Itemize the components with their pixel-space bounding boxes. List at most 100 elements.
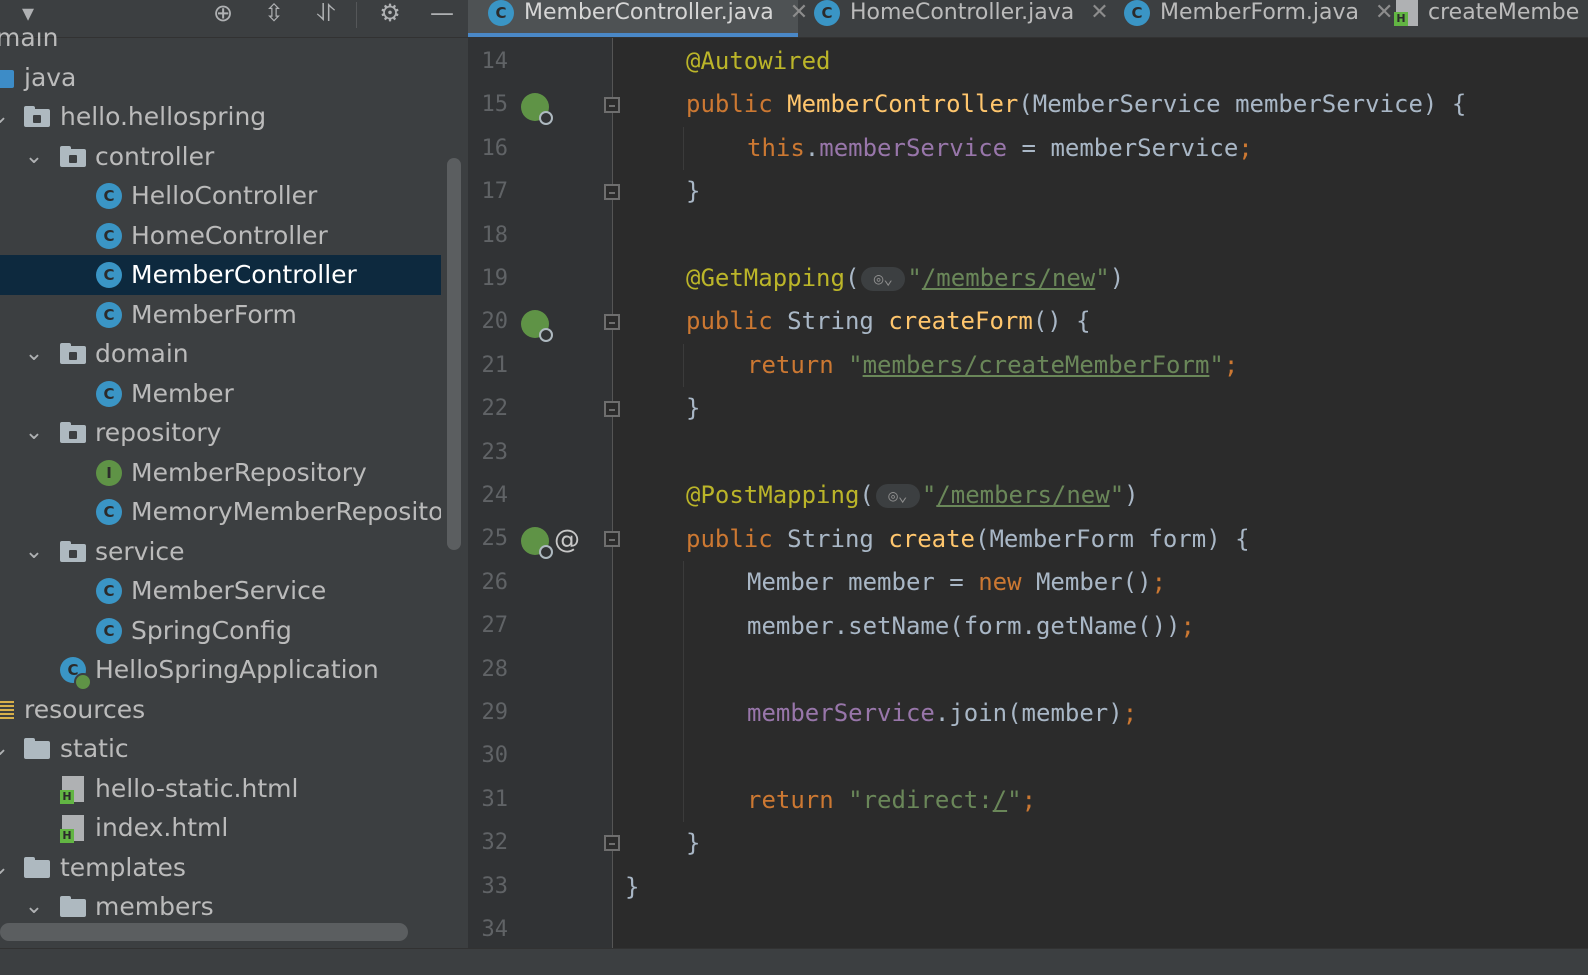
line-number[interactable]: 22 [468, 387, 509, 430]
line-number[interactable]: 16 [468, 127, 509, 170]
hide-icon[interactable]: — [426, 0, 458, 26]
tree-item-main[interactable]: main [0, 30, 441, 58]
tree-item-static[interactable]: ⌄ static [0, 729, 441, 769]
tree-item-hellocontroller[interactable]: C HelloController [0, 176, 441, 216]
tree-item-membercontroller[interactable]: C MemberController [0, 255, 441, 295]
code-line-32: } [686, 829, 701, 857]
tab-label: createMembe [1428, 0, 1580, 25]
tree-item-controller[interactable]: ⌄ controller [0, 137, 441, 177]
line-number[interactable]: 25 [468, 517, 509, 560]
tree-item-members[interactable]: ⌄ members [0, 887, 441, 920]
expand-all-icon[interactable]: ⇳ [258, 0, 290, 26]
tab-memberform-java[interactable]: C MemberForm.java ✕ [1108, 0, 1393, 37]
line-number[interactable]: 14 [468, 40, 509, 83]
chevron-down-icon[interactable]: ⌄ [0, 729, 12, 769]
line-number[interactable]: 31 [468, 778, 509, 821]
line-number[interactable]: 26 [468, 561, 509, 604]
tree-item-resources[interactable]: resources [0, 690, 441, 730]
class-icon: C [96, 381, 122, 407]
class-icon: C [96, 302, 122, 328]
fold-marker-icon[interactable] [604, 97, 620, 113]
close-icon[interactable]: ✕ [1090, 0, 1108, 25]
line-number[interactable]: 17 [468, 170, 509, 213]
code-line-19: @GetMapping(◎⌄ "/members/new") [686, 264, 1125, 292]
tree-item-label: HelloSpringApplication [95, 655, 379, 684]
gear-icon[interactable]: ⚙ [374, 0, 406, 26]
globe-icon[interactable]: ◎⌄ [875, 484, 920, 508]
code-line-21: return "members/createMemberForm"; [747, 351, 1239, 379]
fold-marker-icon[interactable] [604, 531, 620, 547]
line-number[interactable]: 28 [468, 648, 509, 691]
code-area[interactable]: @Autowired public MemberController(Membe… [623, 40, 1588, 950]
code-line-27: member.setName(form.getName()); [747, 612, 1195, 640]
code-editor: C MemberController.java ✕ C HomeControll… [468, 0, 1588, 974]
chevron-down-icon[interactable]: ⌄ [22, 334, 46, 374]
tree-item-index-html[interactable]: index.html [0, 808, 441, 848]
chevron-down-icon[interactable]: ⌄ [22, 532, 46, 572]
tab-createmember-html[interactable]: createMembe [1378, 0, 1588, 37]
tab-homecontroller-java[interactable]: C HomeController.java ✕ [798, 0, 1109, 37]
web-endpoint-icon[interactable] [521, 527, 553, 559]
source-folder-icon [0, 67, 14, 89]
tree-item-hello-static-html[interactable]: hello-static.html [0, 769, 441, 809]
dropdown-arrow-icon[interactable]: ▾ [14, 0, 42, 26]
tree-item-label: controller [95, 142, 215, 171]
editor-tab-bar: C MemberController.java ✕ C HomeControll… [468, 0, 1588, 38]
line-number[interactable]: 32 [468, 821, 509, 864]
fold-marker-icon[interactable] [604, 835, 620, 851]
package-icon [60, 146, 86, 168]
tree-item-memorymemberrepository[interactable]: C MemoryMemberReposito [0, 492, 441, 532]
line-number[interactable]: 29 [468, 691, 509, 734]
code-line-24: @PostMapping(◎⌄ "/members/new") [686, 481, 1139, 509]
tree-item-memberform[interactable]: C MemberForm [0, 295, 441, 335]
web-endpoint-icon[interactable] [521, 310, 553, 342]
project-tree: main java ⌄ hello.hellospring ⌄ controll… [0, 30, 441, 920]
line-number[interactable]: 15 [468, 83, 509, 126]
tree-horizontal-scrollbar[interactable] [0, 923, 408, 941]
tree-item-service[interactable]: ⌄ service [0, 532, 441, 572]
line-number[interactable]: 21 [468, 344, 509, 387]
fold-marker-icon[interactable] [604, 314, 620, 330]
chevron-down-icon[interactable]: ⌄ [0, 97, 12, 137]
line-number[interactable]: 30 [468, 734, 509, 777]
package-icon [60, 422, 86, 444]
chevron-down-icon[interactable]: ⌄ [22, 137, 46, 177]
tree-item-homecontroller[interactable]: C HomeController [0, 216, 441, 256]
collapse-all-icon[interactable]: ⥯ [310, 0, 342, 26]
line-number[interactable]: 18 [468, 214, 509, 257]
tree-item-java[interactable]: java [0, 58, 441, 98]
tree-item-memberrepository[interactable]: I MemberRepository [0, 453, 441, 493]
tree-item-repository[interactable]: ⌄ repository [0, 413, 441, 453]
tree-item-label: SpringConfig [131, 616, 292, 645]
tree-item-member[interactable]: C Member [0, 374, 441, 414]
line-number[interactable]: 23 [468, 431, 509, 474]
tree-item-springconfig[interactable]: C SpringConfig [0, 611, 441, 651]
locate-icon[interactable]: ⊕ [207, 0, 239, 26]
class-icon: C [96, 223, 122, 249]
tree-item-label: service [95, 537, 185, 566]
tree-item-domain[interactable]: ⌄ domain [0, 334, 441, 374]
line-number[interactable]: 19 [468, 257, 509, 300]
chevron-down-icon[interactable]: ⌄ [0, 848, 12, 888]
bean-injection-icon[interactable] [521, 93, 553, 125]
at-sign-icon[interactable]: @ [554, 519, 580, 562]
tree-item-hellospringapplication[interactable]: C HelloSpringApplication [0, 650, 441, 691]
folder-icon [24, 857, 50, 879]
indent-guide [683, 127, 684, 170]
tree-item-templates[interactable]: ⌄ templates [0, 848, 441, 888]
fold-marker-icon[interactable] [604, 401, 620, 417]
chevron-down-icon[interactable]: ⌄ [22, 413, 46, 453]
tree-vertical-scrollbar[interactable] [447, 158, 461, 550]
line-number[interactable]: 20 [468, 300, 509, 343]
line-number[interactable]: 33 [468, 865, 509, 908]
globe-icon[interactable]: ◎⌄ [861, 267, 906, 291]
line-number[interactable]: 24 [468, 474, 509, 517]
tab-membercontroller-java[interactable]: C MemberController.java ✕ [468, 0, 808, 37]
line-number[interactable]: 34 [468, 908, 509, 951]
tree-item-hello-hellospring[interactable]: ⌄ hello.hellospring [0, 97, 441, 137]
tree-item-memberservice[interactable]: C MemberService [0, 571, 441, 611]
fold-marker-icon[interactable] [604, 184, 620, 200]
chevron-down-icon[interactable]: ⌄ [22, 887, 46, 920]
line-number[interactable]: 27 [468, 604, 509, 647]
tree-item-label: members [95, 892, 214, 920]
